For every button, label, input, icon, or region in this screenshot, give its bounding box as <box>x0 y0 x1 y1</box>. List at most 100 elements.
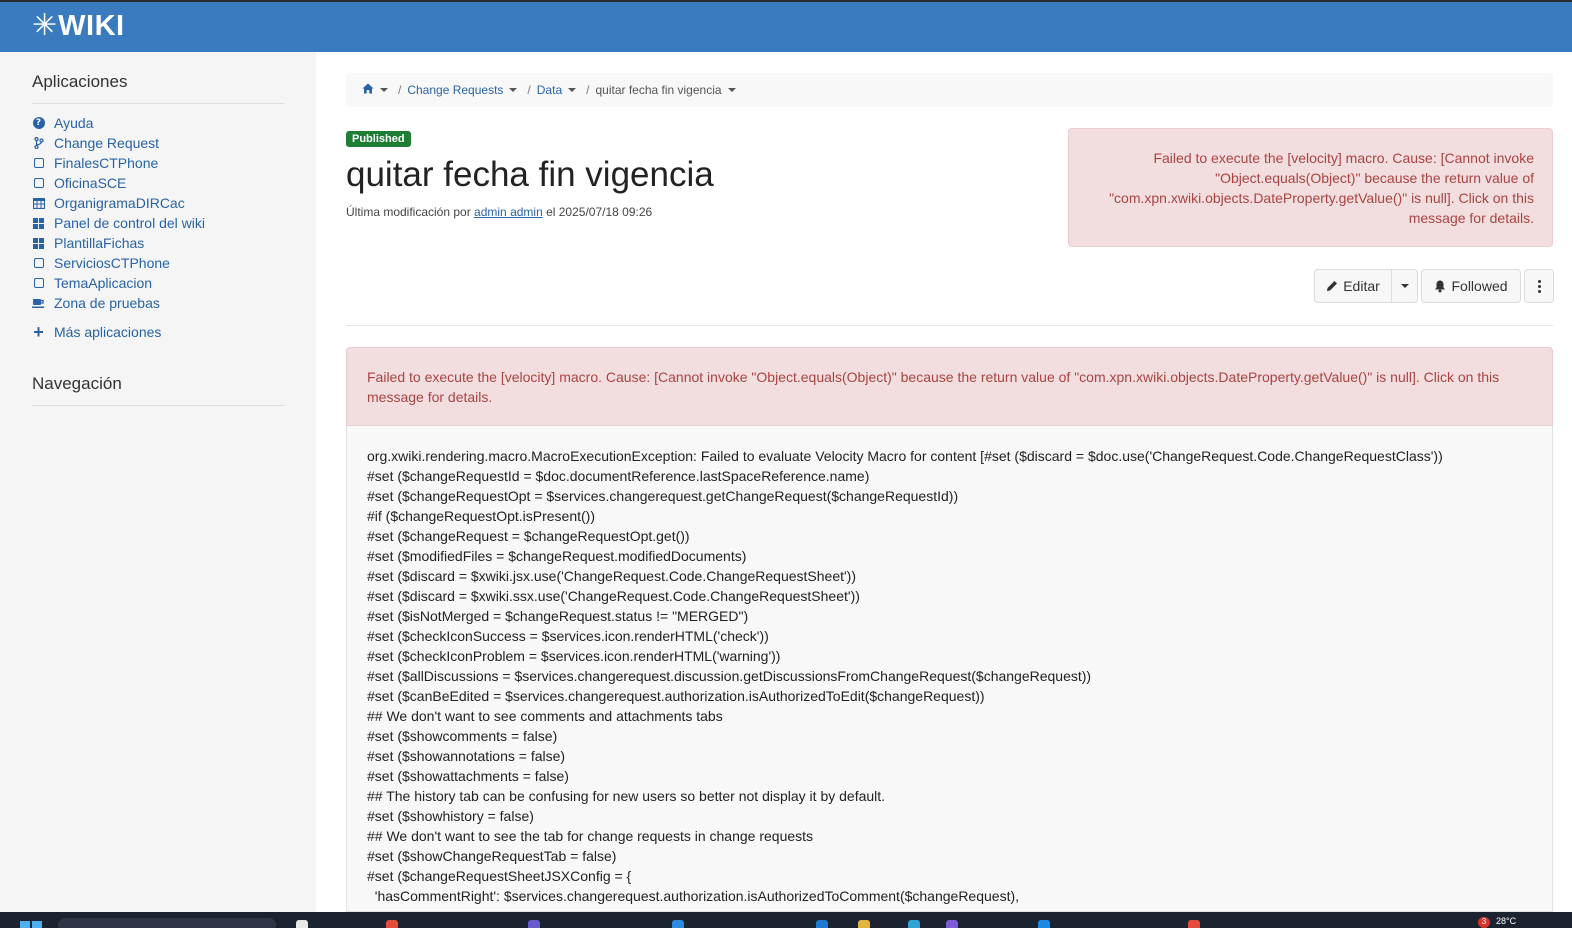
taskbar-search[interactable] <box>58 918 276 928</box>
error-details-box: org.xwiki.rendering.macro.MacroExecution… <box>346 426 1553 912</box>
code-line: ## We don't want to see comments and att… <box>367 708 723 724</box>
plus-icon: + <box>33 322 44 342</box>
edit-button[interactable]: Editar <box>1314 269 1392 303</box>
code-line: org.xwiki.rendering.macro.MacroExecution… <box>367 448 1443 464</box>
weather-temperature[interactable]: 28°C <box>1496 916 1516 926</box>
header-divider <box>346 325 1553 326</box>
app-item-temaaplicacion[interactable]: TemaAplicacion <box>32 273 205 293</box>
code-line: #set ($changeRequestOpt = $services.chan… <box>367 488 959 504</box>
code-line: #if ($changeRequestOpt.isPresent()) <box>367 508 595 524</box>
windows-start-icon[interactable] <box>20 921 42 928</box>
code-line: #set ($canBeEdited = $services.changereq… <box>367 688 985 704</box>
coffee-icon <box>32 298 45 309</box>
breadcrumb-change-requests[interactable]: Change Requests <box>407 83 503 97</box>
app-item-panel-control[interactable]: Panel de control del wiki <box>32 213 205 233</box>
edit-dropdown-button[interactable] <box>1392 269 1418 303</box>
code-line: #set ($showhistory = false) <box>367 808 534 824</box>
app-label: Zona de pruebas <box>54 295 160 311</box>
code-line: 'hasCommentRight': $services.changereque… <box>367 888 1020 904</box>
error-alert-top[interactable]: Failed to execute the [velocity] macro. … <box>1068 128 1553 247</box>
code-line: #set ($discard = $xwiki.ssx.use('ChangeR… <box>367 588 860 604</box>
browser-icon[interactable] <box>386 920 398 928</box>
question-circle-icon: ? <box>32 117 45 129</box>
code-line: #set ($changeRequestId = $doc.documentRe… <box>367 468 870 484</box>
last-modified-info: Última modificación por admin admin el 2… <box>346 205 652 219</box>
kebab-menu-icon <box>1537 279 1541 293</box>
notification-badge[interactable]: 3 <box>1478 917 1490 928</box>
grid-icon <box>32 237 45 249</box>
error-alert-main[interactable]: Failed to execute the [velocity] macro. … <box>346 347 1553 426</box>
code-line: #set ($changeRequestSheetJSXConfig = { <box>367 868 632 884</box>
app-label: TemaAplicacion <box>54 275 153 291</box>
follow-button-group: Followed <box>1421 269 1521 303</box>
follow-button[interactable]: Followed <box>1421 269 1521 303</box>
app-item-oficinasce[interactable]: OficinaSCE <box>32 173 205 193</box>
code-line: #set ($checkIconSuccess = $services.icon… <box>367 628 769 644</box>
chevron-down-icon[interactable] <box>568 88 577 92</box>
app-label: OficinaSCE <box>54 175 127 191</box>
app-label: FinalesCTPhone <box>54 155 159 171</box>
browser-icon[interactable] <box>1188 920 1200 928</box>
meta-prefix: Última modificación por <box>346 205 475 219</box>
code-line: ## The history tab can be confusing for … <box>367 788 886 804</box>
code-line: #set ($checkIconProblem = $services.icon… <box>367 648 781 664</box>
home-icon[interactable] <box>362 83 374 97</box>
code-line: #set ($discard = $xwiki.jsx.use('ChangeR… <box>367 568 857 584</box>
app-icon[interactable] <box>908 920 920 928</box>
app-item-change-request[interactable]: Change Request <box>32 133 205 153</box>
app-item-finalesctphone[interactable]: FinalesCTPhone <box>32 153 205 173</box>
app-label: ServiciosCTPhone <box>54 255 170 271</box>
app-label: Change Request <box>54 135 160 151</box>
folder-icon[interactable] <box>858 920 870 928</box>
page-title: quitar fecha fin vigencia <box>346 155 714 194</box>
xwiki-logo[interactable]: ✳ WIKI <box>32 10 125 42</box>
chevron-down-icon[interactable] <box>380 88 388 92</box>
app-icon[interactable] <box>528 920 540 928</box>
app-label: Ayuda <box>54 115 94 131</box>
breadcrumb-separator: / <box>586 83 590 97</box>
table-icon <box>32 197 45 209</box>
app-icon[interactable] <box>816 920 828 928</box>
app-item-organigramadircac[interactable]: OrganigramaDIRCac <box>32 193 205 213</box>
breadcrumb: / Change Requests / Data / quitar fecha … <box>346 73 1553 107</box>
more-actions-button[interactable] <box>1524 269 1554 303</box>
code-line: ## We don't want to see the tab for chan… <box>367 828 814 844</box>
grid-icon <box>32 217 45 229</box>
app-icon[interactable] <box>1038 920 1050 928</box>
task-view-icon[interactable] <box>296 920 308 928</box>
top-navbar: ✳ WIKI <box>0 0 1572 52</box>
code-line: #set ($isNotMerged = $changeRequest.stat… <box>367 608 749 624</box>
code-line: #set ($modifiedFiles = $changeRequest.mo… <box>367 548 747 564</box>
left-sidebar: Aplicaciones ? Ayuda Change Request Fina… <box>0 52 316 912</box>
more-apps-label: Más aplicaciones <box>54 324 162 340</box>
app-item-plantillafichas[interactable]: PlantillaFichas <box>32 233 205 253</box>
status-badge: Published <box>346 131 411 147</box>
code-line: #set ($allDiscussions = $services.change… <box>367 668 1092 684</box>
author-link[interactable]: admin admin <box>474 205 543 219</box>
os-taskbar: 3 28°C <box>0 912 1572 928</box>
chevron-down-icon[interactable] <box>509 88 518 92</box>
code-line: #set ($changeRequest = $changeRequestOpt… <box>367 528 690 544</box>
logo-text: WIKI <box>58 10 125 42</box>
bell-icon <box>1435 280 1446 292</box>
more-apps-link[interactable]: + Más aplicaciones <box>32 322 162 342</box>
breadcrumb-data[interactable]: Data <box>537 83 562 97</box>
breadcrumb-separator: / <box>398 83 402 97</box>
breadcrumb-current: quitar fecha fin vigencia <box>595 83 722 97</box>
app-icon[interactable] <box>672 920 684 928</box>
square-icon <box>32 258 45 268</box>
app-label: PlantillaFichas <box>54 235 145 251</box>
chevron-down-icon[interactable] <box>727 88 736 92</box>
code-line: #set ($showattachments = false) <box>367 768 569 784</box>
app-item-ayuda[interactable]: ? Ayuda <box>32 113 205 133</box>
app-icon[interactable] <box>946 920 958 928</box>
chevron-down-icon <box>1400 284 1409 288</box>
code-line: #set ($showannotations = false) <box>367 748 566 764</box>
apps-panel-title: Aplicaciones <box>32 72 284 104</box>
meta-suffix: el 2025/07/18 09:26 <box>542 205 653 219</box>
breadcrumb-separator: / <box>527 83 531 97</box>
code-line: #set ($showChangeRequestTab = false) <box>367 848 617 864</box>
app-item-zona-pruebas[interactable]: Zona de pruebas <box>32 293 205 313</box>
app-item-serviciosctphone[interactable]: ServiciosCTPhone <box>32 253 205 273</box>
code-line: #set ($showcomments = false) <box>367 728 558 744</box>
